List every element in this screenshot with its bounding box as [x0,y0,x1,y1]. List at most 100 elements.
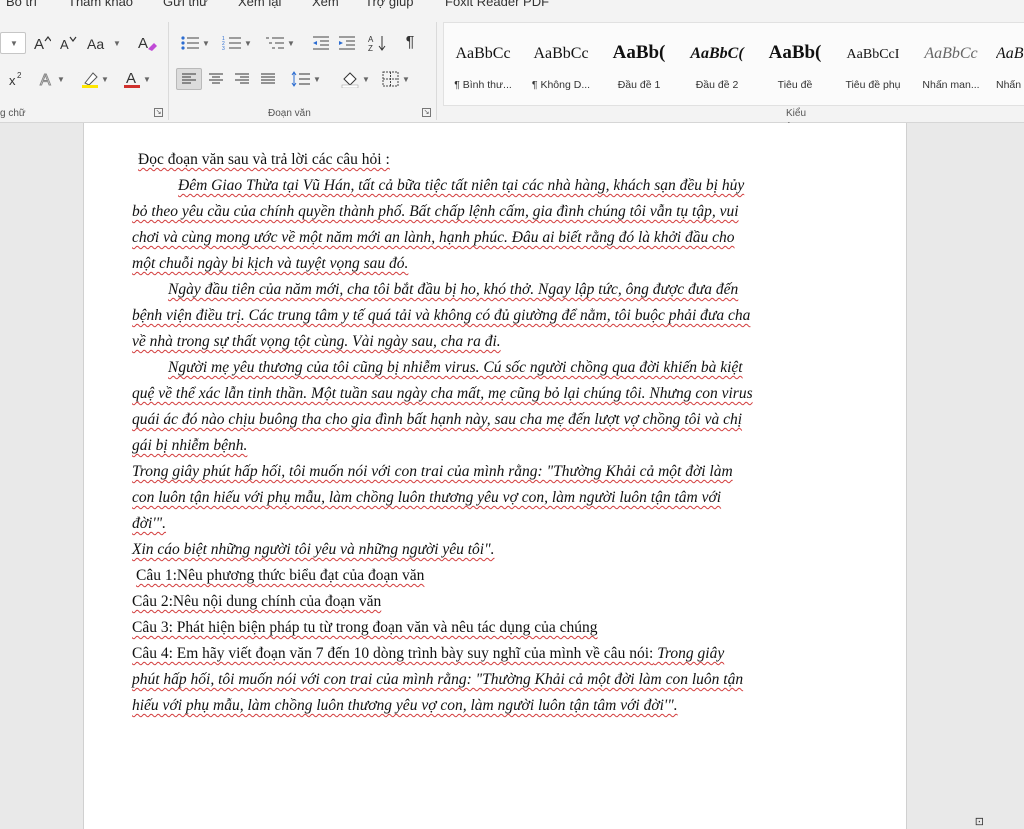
document-page[interactable]: Đọc đoạn văn sau và trả lời các câu hỏi … [83,123,907,829]
doc-line: quệ về thể xác lẫn tinh thần. Một tuần s… [132,385,753,403]
svg-text:2: 2 [17,71,22,80]
grow-font-button[interactable]: A [30,32,54,54]
menu-mailings[interactable]: Gửi thư [163,0,208,9]
doc-line: về nhà trong sự thất vọng tột cùng. Vài … [132,333,501,351]
align-right-button[interactable] [230,68,254,90]
numbered-list-icon: 123 [222,36,242,51]
paragraph-group-label: Đoạn văn [268,108,311,119]
style-no-spacing[interactable]: AaBbCc ¶ Không D... [522,23,600,103]
line-spacing-button[interactable]: ▼ [288,68,324,90]
highlight-button[interactable]: ▼ [76,68,114,90]
doc-text: Người mẹ yêu thương của tôi cũng bị nhiễ… [168,359,743,376]
styles-group-label: Kiểu [786,108,807,119]
borders-button[interactable]: ▼ [378,68,414,90]
decrease-indent-button[interactable] [310,32,332,54]
question-2: Câu 2:Nêu nội dung chính của đoạn văn [132,593,381,611]
change-case-button[interactable]: Aa ▼ [86,32,122,54]
style-preview: AaBbCc [533,45,589,62]
group-divider [168,22,169,120]
question-4: Câu 4: Em hãy viết đoạn văn 7 đến 10 dòn… [132,645,724,663]
svg-text:3: 3 [222,46,225,51]
style-name: Đầu đề 2 [695,79,739,91]
svg-text:A: A [138,35,148,52]
chevron-down-icon: ▼ [244,38,252,48]
chevron-down-icon: ▼ [313,74,321,84]
align-center-button[interactable] [204,68,228,90]
doc-text: đời'". [132,515,167,532]
style-preview: AaBbCc [455,45,511,62]
svg-text:A: A [60,37,69,51]
align-left-button[interactable] [176,68,202,90]
style-preview: AaBb( [768,42,822,63]
show-formatting-marks-button[interactable]: ¶ [398,32,422,54]
style-name: Tiêu đề phụ [845,79,901,91]
doc-text: Ngày đầu tiên của năm mới, cha tôi bắt đ… [168,281,739,298]
svg-text:x: x [9,73,16,87]
justify-button[interactable] [256,68,280,90]
font-color-icon: A [124,70,141,88]
increase-indent-button[interactable] [336,32,358,54]
numbering-button[interactable]: 1 2 3 ▼ [218,32,256,54]
group-divider [436,22,437,120]
sort-icon: AZ [368,35,386,52]
style-emphasis[interactable]: AaB Nhấn [990,23,1024,103]
chevron-down-icon: ▼ [202,38,210,48]
align-right-icon [235,73,249,84]
menu-help[interactable]: Trợ giúp [365,0,414,9]
multilevel-list-button[interactable]: ▼ [260,32,300,54]
doc-text: Câu 1:Nêu phương thức biểu đạt của đoạn … [136,567,425,584]
paint-bucket-icon [341,72,359,88]
doc-line: đời'". [132,515,166,533]
doc-text: về nhà trong sự thất vọng tột cùng. Vài … [132,333,501,350]
styles-gallery: AaBbCc ¶ Bình thư... AaBbCc ¶ Không D...… [443,22,1024,106]
sort-button[interactable]: AZ [366,32,390,54]
style-subtitle[interactable]: AaBbCcI Tiêu đề phụ [834,23,912,103]
superscript-button[interactable]: x2 [6,68,26,90]
bullet-list-icon [181,36,200,50]
style-preview: AaBbCc [924,45,978,62]
clear-formatting-button[interactable]: A [134,32,160,54]
doc-line: Ngày đầu tiên của năm mới, cha tôi bắt đ… [168,281,738,299]
align-left-icon [182,73,196,84]
doc-line: bỏ theo yêu cầu của chính quyền thành ph… [132,203,739,221]
doc-line: con luôn tận hiếu với phụ mẫu, làm chồng… [132,489,721,507]
doc-line: chơi và cùng mong ước về một năm mới an … [132,229,734,247]
doc-text: Đêm Giao Thừa tại Vũ Hán, tất cả bữa tiệ… [178,177,745,194]
style-title[interactable]: AaBb( Tiêu đề [756,23,834,103]
chevron-down-icon: ▼ [101,74,109,84]
paragraph-dialog-launcher-icon[interactable]: ↘ [422,108,431,117]
shrink-font-button[interactable]: A [56,32,80,54]
svg-text:A: A [126,70,136,87]
doc-text: Câu 3: Phát hiện biện pháp tu từ trong đ… [132,619,598,636]
menu-view[interactable]: Xem [312,0,339,9]
chevron-down-icon: ▼ [362,74,370,84]
menu-references[interactable]: Tham khảo [68,0,133,9]
bullets-button[interactable]: ▼ [176,32,214,54]
chevron-down-icon: ▼ [57,74,65,84]
change-case-icon: Aa [87,36,104,51]
style-heading-1[interactable]: AaBb( Đầu đề 1 [600,23,678,103]
text-effects-button[interactable]: A ▼ [36,68,68,90]
shrink-font-icon: A [60,36,77,51]
style-name: Nhấn man... [922,79,980,91]
doc-line: quái ác đó nào chịu buông tha cho gia đì… [132,411,742,429]
style-normal[interactable]: AaBbCc ¶ Bình thư... [444,23,522,103]
highlighter-icon [82,72,99,88]
svg-text:A: A [368,35,374,44]
style-heading-2[interactable]: AaBbC( Đầu đề 2 [678,23,756,103]
menu-foxit-pdf[interactable]: Foxit Reader PDF [445,0,549,9]
font-color-button[interactable]: A ▼ [118,68,156,90]
font-size-dropdown[interactable]: ▼ [0,32,26,54]
doc-text: con luôn tận hiếu với phụ mẫu, làm chồng… [132,489,722,506]
pilcrow-icon: ¶ [405,34,415,51]
doc-heading: Đọc đoạn văn sau và trả lời các câu hỏi … [138,151,390,169]
shading-button[interactable]: ▼ [336,68,374,90]
doc-line: bệnh viện điều trị. Các trung tâm y tế q… [132,307,750,325]
font-dialog-launcher-icon[interactable]: ↘ [154,108,163,117]
doc-text: quệ về thể xác lẫn tinh thần. Một tuần s… [132,385,753,402]
style-subtle-emphasis[interactable]: AaBbCc Nhấn man... [912,23,990,103]
menu-review[interactable]: Xem lại [238,0,281,9]
doc-line: gái bị nhiễm bệnh. [132,437,247,455]
menu-layout[interactable]: Bố trí [6,0,37,9]
doc-line: hiếu với phụ mẫu, làm chồng luôn thương … [132,697,678,715]
